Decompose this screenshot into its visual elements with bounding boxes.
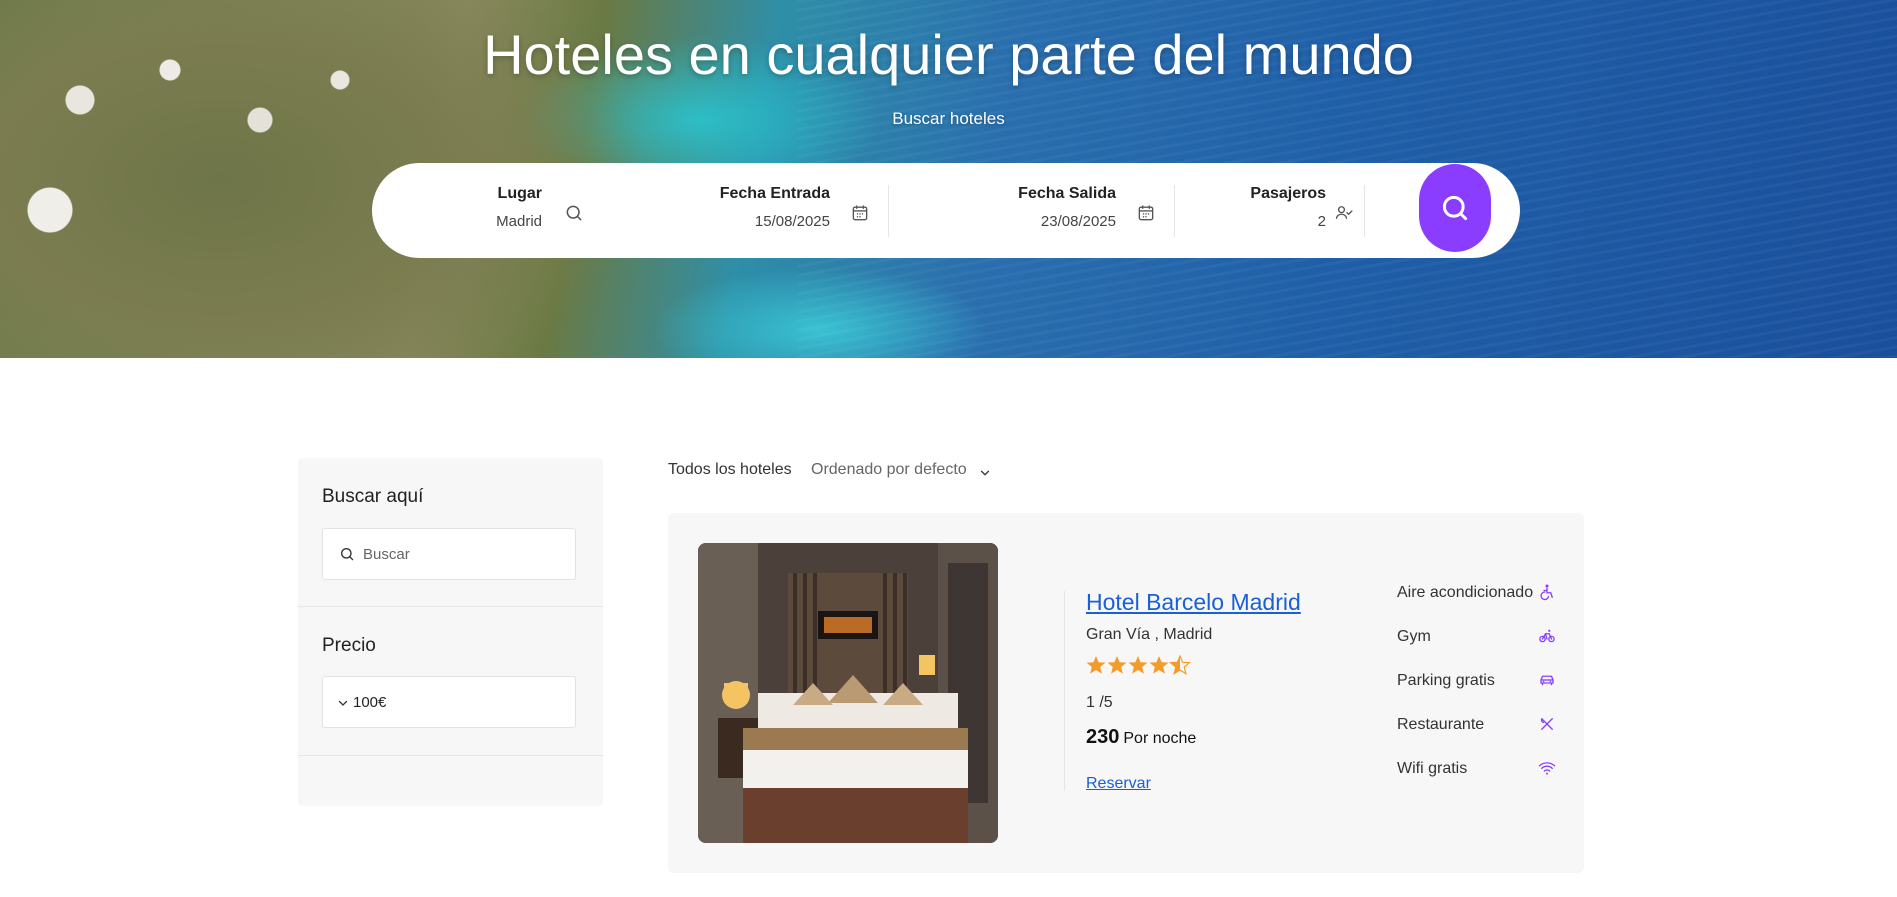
search-submit-button[interactable] [1419,164,1491,252]
filters-sidebar: Buscar aquí Buscar Precio 100€ [298,458,603,806]
search-icon [1442,195,1468,221]
checkout-label: Fecha Salida [1018,185,1116,202]
hero-title: Hoteles en cualquier parte del mundo [483,23,1414,86]
reserve-link[interactable]: Reservar [1086,775,1151,793]
hotel-search-bar: Lugar Madrid Fecha Entrada 15/08/2025 Fe… [372,163,1520,258]
calendar-icon [852,205,868,221]
hotel-location: Gran Vía , Madrid [1086,626,1213,643]
price-filter-heading: Precio [322,635,376,656]
calendar-icon [1138,205,1154,221]
hotel-room-image[interactable] [698,543,998,843]
amenity-wifi: Wifi gratis [1397,760,1468,777]
checkin-value[interactable]: 15/08/2025 [702,213,830,230]
all-hotels-label: Todos los hoteles [668,461,792,478]
sidebar-search-placeholder: Buscar [363,546,410,563]
star-icon [1086,656,1106,674]
search-icon [341,548,354,561]
checkout-value[interactable]: 23/08/2025 [992,213,1116,230]
price-unit: Por noche [1123,730,1197,747]
star-icon [1168,654,1192,676]
price-select-value: 100€ [353,694,387,711]
accessibility-icon [1540,584,1553,601]
bike-icon [1539,629,1555,643]
price-select[interactable]: 100€ [322,676,576,728]
guests-label: Pasajeros [1250,185,1326,202]
checkin-label: Fecha Entrada [719,185,830,202]
hotel-price: 230 Por noche [1086,726,1196,749]
wifi-icon [1538,762,1556,775]
checkout-field[interactable]: Fecha Salida 23/08/2025 [992,185,1116,230]
star-rating [1086,654,1192,676]
place-field[interactable]: Lugar Madrid [462,185,542,230]
price-amount: 230 [1086,726,1120,748]
chevron-down-icon[interactable] [978,466,992,480]
user-check-icon [1335,206,1353,219]
amenity-parking: Parking gratis [1397,672,1495,689]
search-icon [566,205,582,221]
place-value[interactable]: Madrid [462,213,542,230]
place-label: Lugar [497,185,542,202]
hotel-card: Hotel Barcelo Madrid Gran Vía , Madrid 1… [668,513,1584,873]
guests-field[interactable]: Pasajeros 2 [1232,185,1326,230]
amenity-air-conditioning: Aire acondicionado [1397,584,1534,601]
star-icon [1128,656,1148,674]
hotel-name-link[interactable]: Hotel Barcelo Madrid [1086,589,1301,616]
hero-subtitle: Buscar hoteles [892,109,1005,128]
hotel-rating: 1 /5 [1086,694,1113,711]
checkin-field[interactable]: Fecha Entrada 15/08/2025 [702,185,830,230]
star-icon [1149,656,1169,674]
search-filter-heading: Buscar aquí [322,486,424,507]
car-icon [1540,675,1554,686]
amenity-restaurant: Restaurante [1397,716,1485,733]
amenity-gym: Gym [1397,628,1431,645]
star-icon [1107,656,1127,674]
sort-dropdown[interactable]: Ordenado por defecto [811,461,967,479]
chevron-down-icon [338,700,348,706]
guests-value[interactable]: 2 [1232,213,1326,230]
utensils-icon [1540,718,1553,730]
sidebar-search-input[interactable]: Buscar [322,528,576,580]
